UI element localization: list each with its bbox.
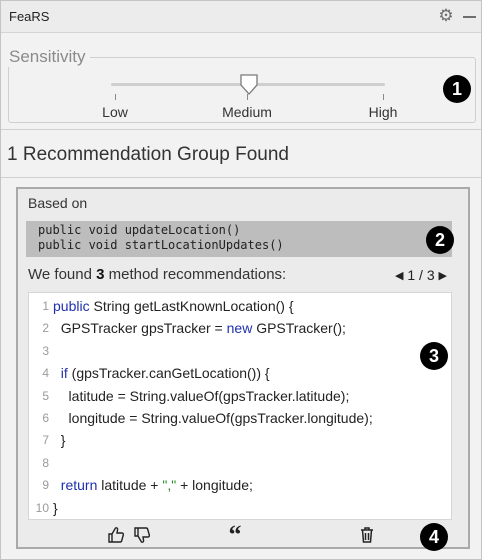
quote-icon[interactable]: “ (224, 522, 246, 548)
thumbs-up-icon[interactable] (106, 523, 126, 547)
callout-badge-1: 1 (443, 75, 471, 103)
code-text: if (gpsTracker.canGetLocation()) { (60, 365, 270, 382)
previous-arrow-icon[interactable]: ◀ (395, 269, 403, 282)
tick-high (383, 94, 384, 100)
code-text: return latitude + "," + longitude; (60, 477, 253, 494)
line-number: 7 (42, 433, 49, 448)
line-number: 3 (42, 343, 49, 358)
code-line: 1 public String getLastKnownLocation() { (29, 295, 294, 317)
tick-low (115, 94, 116, 100)
tick-label-medium: Medium (222, 104, 272, 120)
code-line: 10} (29, 497, 58, 519)
code-text: public String getLastKnownLocation() { (53, 298, 294, 314)
title-bar: FeaRS ⚙ (1, 1, 481, 33)
code-text: latitude = String.valueOf(gpsTracker.lat… (53, 387, 350, 404)
source-method-signatures: public void updateLocation() public void… (26, 221, 452, 257)
found-suffix: method recommendations: (104, 266, 287, 283)
window-title: FeaRS (9, 9, 50, 24)
recommendation-pager: ◀ 1 / 3 ▶ (395, 267, 447, 283)
code-line: 9 return latitude + "," + longitude; (29, 474, 253, 496)
tick-medium (247, 94, 248, 100)
line-number: 4 (42, 366, 49, 381)
based-on-label: Based on (28, 195, 88, 211)
tick-label-low: Low (102, 104, 128, 120)
found-prefix: We found (28, 266, 97, 283)
code-text: longitude = String.valueOf(gpsTracker.lo… (53, 410, 373, 426)
recommendation-actions: “ (28, 522, 452, 548)
thumbs-down-icon[interactable] (132, 523, 152, 547)
tick-label-high: High (368, 104, 398, 120)
code-text: GPSTracker gpsTracker = new GPSTracker()… (53, 320, 346, 337)
line-number: 10 (35, 500, 49, 515)
divider (1, 129, 481, 130)
line-number: 8 (42, 455, 49, 470)
code-line: 4 if (gpsTracker.canGetLocation()) { (29, 362, 270, 384)
gear-icon[interactable]: ⚙ (437, 7, 455, 25)
line-number: 9 (42, 478, 49, 493)
source-method: public void updateLocation() (38, 223, 241, 237)
code-text: } (53, 499, 58, 516)
found-summary: We found 3 method recommendations: (28, 266, 286, 283)
line-number: 2 (42, 321, 49, 336)
callout-badge-2: 2 (426, 226, 454, 254)
divider (1, 177, 481, 178)
code-line: 2 GPSTracker gpsTracker = new GPSTracker… (29, 317, 346, 339)
sensitivity-label: Sensitivity (5, 47, 90, 67)
code-line: 6 longitude = String.valueOf(gpsTracker.… (29, 407, 373, 429)
group-title: 1 Recommendation Group Found (7, 144, 289, 165)
source-method: public void startLocationUpdates() (38, 238, 284, 252)
code-viewer[interactable]: 1 public String getLastKnownLocation() { 2… (28, 292, 452, 520)
trash-icon[interactable] (358, 523, 376, 547)
code-line: 5 latitude = String.valueOf(gpsTracker.l… (29, 385, 349, 407)
fears-tool-window: FeaRS ⚙ Sensitivity Low Medium High 1 1 … (0, 0, 482, 560)
code-line: 3 (29, 340, 53, 362)
sensitivity-slider-thumb[interactable] (239, 74, 259, 96)
code-text: } (53, 432, 66, 449)
callout-badge-4: 4 (420, 523, 448, 551)
line-number: 6 (42, 411, 49, 425)
next-arrow-icon[interactable]: ▶ (439, 269, 447, 282)
minimize-icon[interactable] (463, 16, 476, 18)
code-line: 8 (29, 452, 53, 474)
code-line: 7 } (29, 429, 65, 451)
line-number: 5 (42, 388, 49, 403)
line-number: 1 (42, 299, 49, 313)
callout-badge-3: 3 (420, 342, 448, 370)
pager-position: 1 / 3 (407, 267, 435, 283)
